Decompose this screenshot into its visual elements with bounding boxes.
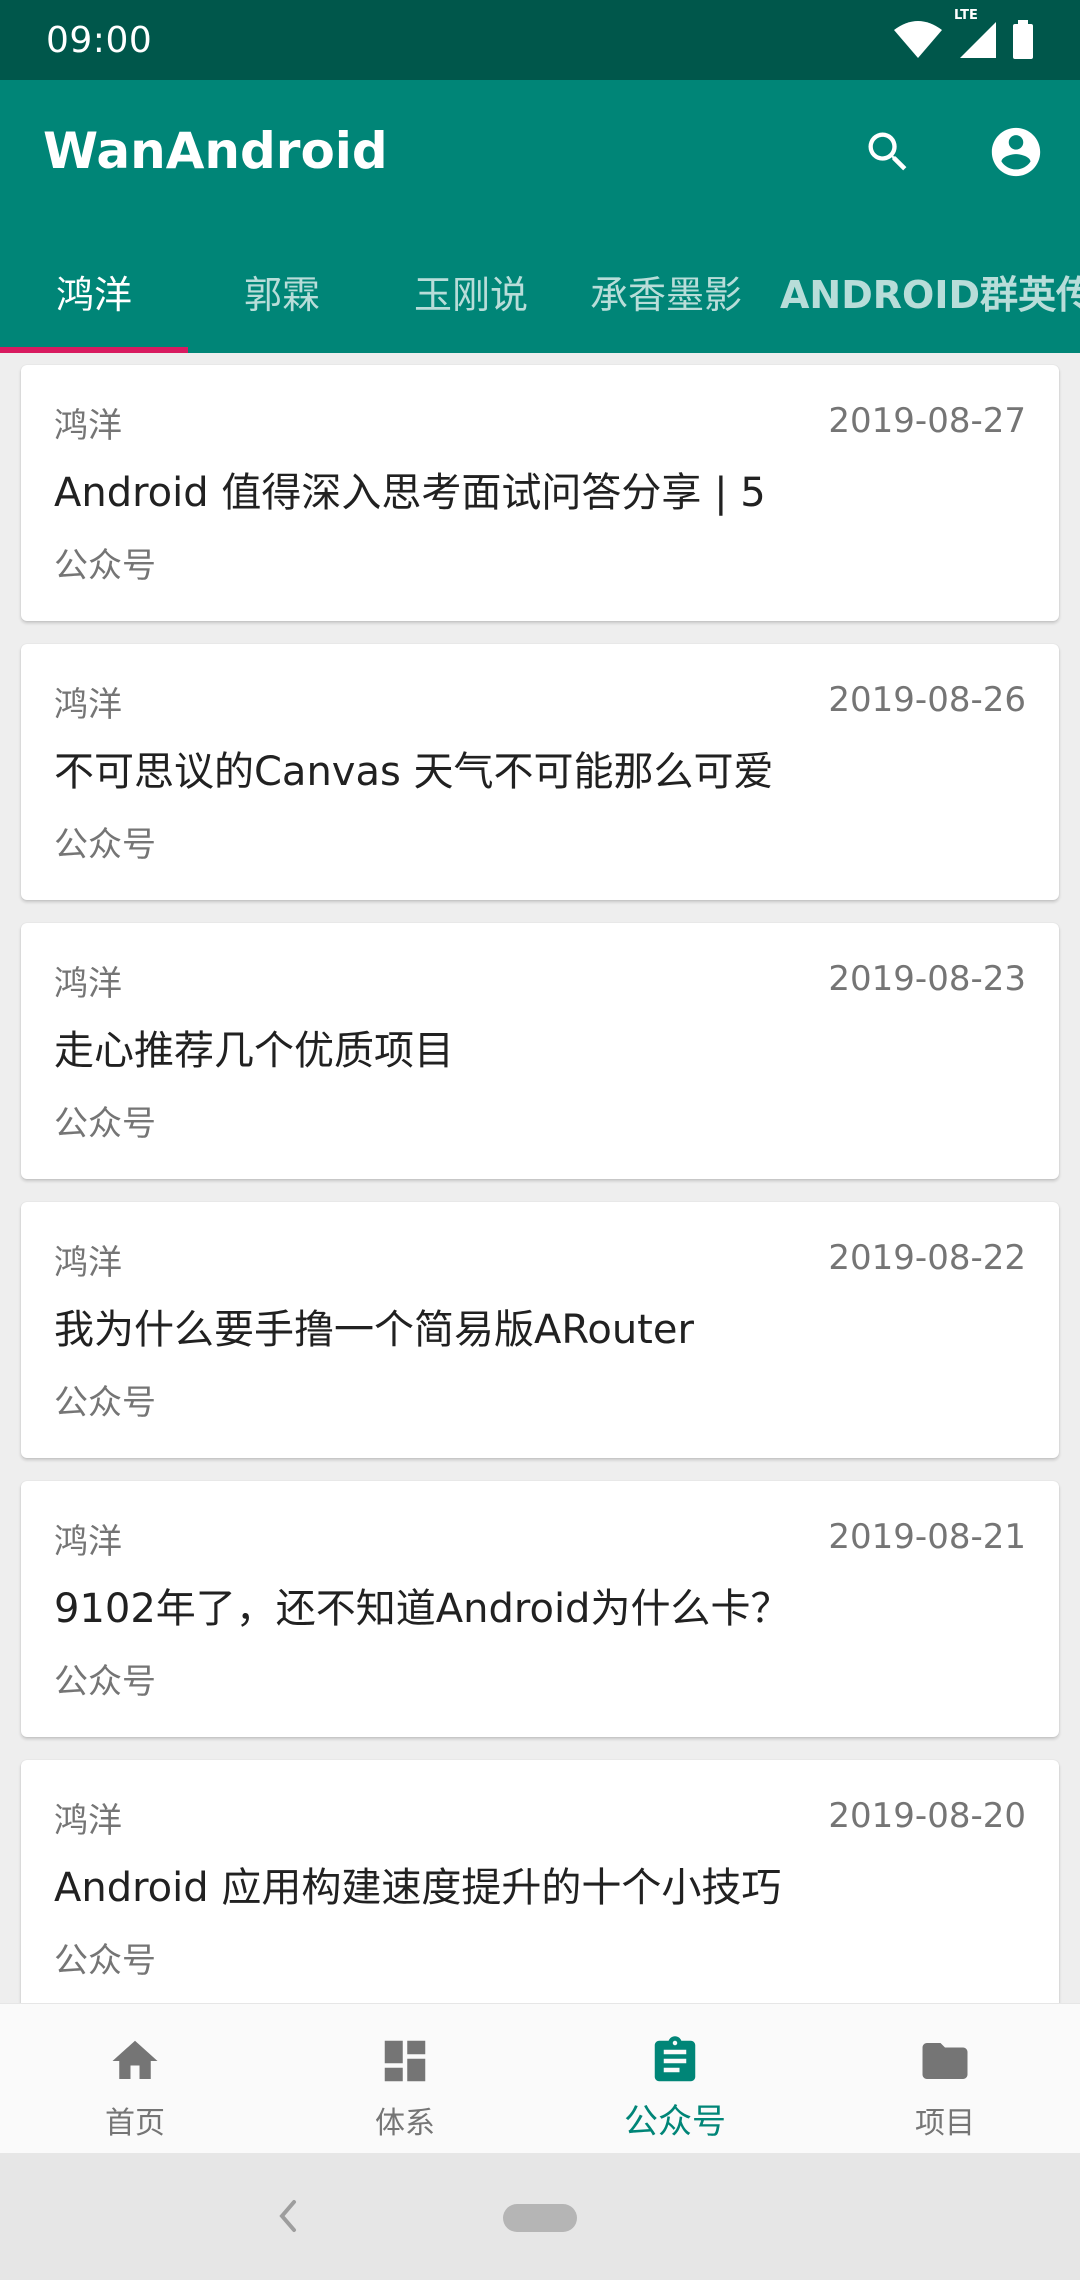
tab-guolin[interactable]: 郭霖: [188, 230, 376, 353]
folder-icon: [918, 2034, 972, 2088]
tab-chengxiangmoying[interactable]: 承香墨影: [566, 230, 766, 353]
article-title: 我为什么要手撸一个简易版ARouter: [54, 1307, 694, 1353]
battery-icon: [1012, 20, 1034, 60]
nav-label: 公众号: [624, 2102, 726, 2142]
account-circle-icon: [987, 123, 1045, 185]
account-button[interactable]: [980, 118, 1052, 190]
home-pill-button[interactable]: [503, 2204, 577, 2232]
tab-hongyang[interactable]: 鸿洋: [0, 230, 188, 353]
article-chapter: 公众号: [54, 1383, 156, 1423]
article-list: 鸿洋 2019-08-27 Android 值得深入思考面试问答分享 | 5 公…: [0, 353, 1080, 2003]
article-author: 鸿洋: [54, 1801, 122, 1841]
article-author: 鸿洋: [54, 406, 122, 446]
cell-signal-icon: LTE: [954, 8, 998, 60]
home-icon: [108, 2034, 162, 2088]
article-author: 鸿洋: [54, 964, 122, 1004]
article-chapter: 公众号: [54, 825, 156, 865]
article-author: 鸿洋: [54, 685, 122, 725]
article-date: 2019-08-21: [828, 1517, 1026, 1557]
system-navigation-bar: [0, 2153, 1080, 2280]
article-date: 2019-08-26: [828, 680, 1026, 720]
status-bar: 09:00 LTE: [0, 0, 1080, 80]
status-icons: LTE: [892, 8, 1034, 60]
article-chapter: 公众号: [54, 1662, 156, 1702]
article-author: 鸿洋: [54, 1243, 122, 1283]
back-chevron-icon: [276, 2198, 300, 2238]
nav-item-home[interactable]: 首页: [0, 2004, 270, 2153]
nav-item-system[interactable]: 体系: [270, 2004, 540, 2153]
tab-bar: 鸿洋 郭霖 玉刚说 承香墨影 ANDROID群英传: [0, 230, 1080, 353]
network-type-label: LTE: [954, 8, 978, 23]
status-time: 09:00: [46, 19, 153, 61]
article-date: 2019-08-27: [828, 401, 1026, 441]
tab-yugangshuo[interactable]: 玉刚说: [376, 230, 566, 353]
article-chapter: 公众号: [54, 1104, 156, 1144]
article-card[interactable]: 鸿洋 2019-08-21 9102年了，还不知道Android为什么卡？ 公众…: [21, 1481, 1059, 1737]
article-title: Android 应用构建速度提升的十个小技巧: [54, 1865, 782, 1911]
nav-label: 项目: [915, 2106, 975, 2141]
article-title: 9102年了，还不知道Android为什么卡？: [54, 1586, 791, 1632]
search-button[interactable]: [852, 118, 924, 190]
bottom-navigation: 首页 体系 公众号 项目: [0, 2003, 1080, 2153]
nav-item-wechat-accounts[interactable]: 公众号: [540, 2004, 810, 2153]
article-author: 鸿洋: [54, 1522, 122, 1562]
nav-item-projects[interactable]: 项目: [810, 2004, 1080, 2153]
article-date: 2019-08-22: [828, 1238, 1026, 1278]
back-button[interactable]: [268, 2193, 308, 2243]
article-title: 走心推荐几个优质项目: [54, 1028, 454, 1074]
article-title: Android 值得深入思考面试问答分享 | 5: [54, 470, 766, 516]
article-card[interactable]: 鸿洋 2019-08-27 Android 值得深入思考面试问答分享 | 5 公…: [21, 365, 1059, 621]
article-card[interactable]: 鸿洋 2019-08-26 不可思议的Canvas 天气不可能那么可爱 公众号: [21, 644, 1059, 900]
app-title: WanAndroid: [43, 122, 388, 180]
article-date: 2019-08-23: [828, 959, 1026, 999]
article-chapter: 公众号: [54, 546, 156, 586]
wifi-icon: [892, 20, 944, 60]
article-card[interactable]: 鸿洋 2019-08-20 Android 应用构建速度提升的十个小技巧 公众号: [21, 1760, 1059, 2003]
tab-android-qunyingzhuan[interactable]: ANDROID群英传: [766, 230, 1080, 353]
app-bar: WanAndroid 鸿洋 郭霖 玉刚说 承香墨影 ANDROID群英传: [0, 80, 1080, 353]
article-card[interactable]: 鸿洋 2019-08-23 走心推荐几个优质项目 公众号: [21, 923, 1059, 1179]
toolbar: WanAndroid: [0, 80, 1080, 230]
search-icon: [862, 126, 914, 182]
article-date: 2019-08-20: [828, 1796, 1026, 1836]
assignment-icon: [648, 2034, 702, 2088]
dashboard-icon: [378, 2034, 432, 2088]
article-title: 不可思议的Canvas 天气不可能那么可爱: [54, 749, 774, 795]
nav-label: 体系: [375, 2106, 435, 2141]
nav-label: 首页: [105, 2106, 165, 2141]
article-chapter: 公众号: [54, 1941, 156, 1981]
article-card[interactable]: 鸿洋 2019-08-22 我为什么要手撸一个简易版ARouter 公众号: [21, 1202, 1059, 1458]
